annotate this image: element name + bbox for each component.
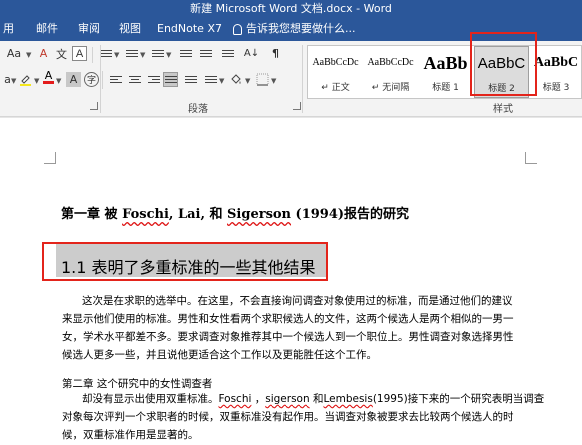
chevron-down-icon[interactable]: ▼	[11, 77, 16, 85]
paragraph-line: 却没有显示出使用双重标准。Foschi ，sigerson 和Lembesis(…	[82, 393, 545, 405]
font-color-bar	[43, 81, 54, 84]
show-marks-button[interactable]: ¶	[268, 46, 283, 61]
chevron-down-icon[interactable]: ▼	[26, 51, 31, 59]
highlighter-icon	[20, 75, 31, 86]
chinese-layout-button[interactable]	[220, 46, 235, 61]
justify-button[interactable]	[163, 72, 178, 87]
chevron-down-icon[interactable]: ▼	[245, 77, 250, 85]
ribbon: Aa ▼ A 文 A ▼ ▼ ▼ A↓ ¶ a ▼ ▼ A ▼ A 字 ▼ ▼ …	[0, 32, 582, 117]
highlight-box-section-heading	[42, 242, 328, 281]
style-heading-3[interactable]: AaBbC 标题 3	[530, 46, 582, 98]
increase-indent-icon	[199, 50, 212, 57]
subheading: 第二章 这个研究中的女性调查者	[62, 378, 213, 390]
highlight-box-heading-2-style	[470, 32, 537, 96]
sort-button[interactable]: A↓	[244, 46, 259, 61]
chinese-layout-icon	[221, 50, 234, 57]
style-name: ↵ 正文	[321, 83, 350, 93]
change-case-button[interactable]: Aa	[3, 46, 25, 61]
increase-indent-button[interactable]	[198, 46, 213, 61]
numbering-icon	[125, 50, 138, 57]
style-normal[interactable]: AaBbCcDc ↵ 正文	[308, 46, 363, 98]
style-name: 标题 1	[432, 83, 459, 93]
tab-mailings[interactable]: 邮件	[36, 17, 58, 41]
clear-formatting-button[interactable]: A	[36, 46, 51, 61]
margin-corner-mark	[525, 152, 537, 164]
style-heading-1[interactable]: AaBb 标题 1	[418, 46, 473, 98]
paragraph-line: 这次是在求职的选举中。在这里，不会直接询问调查对象使用过的标准，而是通过他们的建…	[82, 295, 513, 307]
paragraph-line: 候选人更多一些，并且说他更适合这个工作以及更能胜任这个工作。	[62, 349, 377, 361]
chevron-down-icon[interactable]: ▼	[166, 51, 171, 59]
paragraph-dialog-launcher-icon[interactable]	[293, 102, 301, 110]
paragraph-line: 来显示他们使用的标准。男性和女性看两个求职候选人的文件，这两个候选人是两个相似的…	[62, 313, 514, 325]
align-right-button[interactable]	[146, 72, 161, 87]
document-page[interactable]: 第一章 被 Foschi, Lai, 和 Sigerson (1994)报告的研…	[0, 118, 582, 445]
highlight-color-button[interactable]	[18, 72, 33, 87]
paragraph-line: 女，学术水平都差不多。要求调查对象推荐其中一个候选人到一个职位上。男性调查对象选…	[62, 331, 514, 343]
bullets-icon	[99, 50, 112, 57]
numbering-button[interactable]	[124, 46, 139, 61]
enclose-characters-button[interactable]: 字	[84, 72, 99, 87]
distributed-button[interactable]	[183, 72, 198, 87]
window-title: 新建 Microsoft Word 文档.docx - Word	[190, 2, 392, 15]
tab-endnote[interactable]: EndNote X7	[157, 17, 222, 41]
font-dialog-launcher-icon[interactable]	[90, 102, 98, 110]
styles-group-label: 样式	[493, 104, 513, 115]
tab-view[interactable]: 视图	[119, 17, 141, 41]
style-name: 标题 3	[542, 83, 570, 93]
decrease-indent-button[interactable]	[178, 46, 193, 61]
chapter-heading: 第一章 被 Foschi, Lai, 和 Sigerson (1994)报告的研…	[61, 207, 410, 222]
justify-icon	[164, 76, 177, 83]
margin-corner-mark	[44, 152, 56, 164]
style-sample: AaBb	[423, 53, 468, 73]
document-area: 第一章 被 Foschi, Lai, 和 Sigerson (1994)报告的研…	[0, 118, 582, 445]
window-title-bar: 新建 Microsoft Word 文档.docx - Word	[0, 0, 582, 17]
character-shading-button[interactable]: A	[66, 72, 81, 87]
lightbulb-icon	[233, 23, 242, 35]
paragraph-2: 却没有显示出使用双重标准。Foschi ，sigerson 和Lembesis(…	[62, 390, 545, 444]
font-color-button[interactable]: A	[41, 70, 56, 85]
line-spacing-button[interactable]	[203, 72, 218, 87]
chevron-down-icon[interactable]: ▼	[219, 77, 224, 85]
align-center-button[interactable]	[127, 72, 142, 87]
paint-bucket-icon	[231, 74, 241, 84]
style-name: ↵ 无间隔	[371, 83, 410, 93]
style-sample: AaBbCcDc	[312, 57, 359, 68]
line-spacing-icon	[204, 76, 217, 83]
paragraph-1: 这次是在求职的选举中。在这里，不会直接询问调查对象使用过的标准，而是通过他们的建…	[62, 292, 532, 364]
paragraph-line: 候，双重标准作用是显著的。	[62, 429, 199, 441]
chevron-down-icon[interactable]: ▼	[271, 77, 276, 85]
align-left-icon	[109, 76, 122, 83]
tell-me-text: 告诉我您想要做什么...	[246, 22, 356, 35]
align-right-icon	[147, 76, 160, 83]
chevron-down-icon[interactable]: ▼	[140, 51, 145, 59]
decrease-indent-icon	[179, 50, 192, 57]
align-center-icon	[128, 76, 141, 83]
align-left-button[interactable]	[108, 72, 123, 87]
tell-me-box[interactable]: 告诉我您想要做什么...	[233, 17, 356, 41]
paragraph-group-label: 段落	[188, 104, 208, 115]
styles-gallery: AaBbCcDc ↵ 正文 AaBbCcDc ↵ 无间隔 AaBb 标题 1 A…	[307, 45, 582, 99]
distributed-icon	[184, 76, 197, 83]
style-sample: AaBbC	[533, 55, 579, 70]
chevron-down-icon[interactable]: ▼	[34, 77, 39, 85]
chevron-down-icon[interactable]: ▼	[56, 77, 61, 85]
phonetic-guide-button[interactable]: 文	[54, 46, 69, 61]
multilevel-list-button[interactable]	[150, 46, 165, 61]
shading-button[interactable]	[229, 72, 244, 87]
character-border-button[interactable]: A	[72, 46, 87, 61]
tab-references[interactable]: 用	[3, 17, 14, 41]
multilevel-list-icon	[151, 50, 164, 57]
ribbon-separator	[100, 45, 101, 113]
ribbon-separator	[92, 47, 93, 63]
style-no-spacing[interactable]: AaBbCcDc ↵ 无间隔	[363, 46, 418, 98]
paragraph-line: 对象每次评判一个求职者的时候，双重标准没有起作用。当调查对象被要求去比较两个候选…	[62, 411, 514, 423]
chevron-down-icon[interactable]: ▼	[114, 51, 119, 59]
ribbon-separator	[102, 71, 103, 89]
style-sample: AaBbCcDc	[367, 57, 414, 68]
ribbon-separator	[302, 45, 303, 113]
border-grid-icon	[256, 73, 269, 86]
tab-review[interactable]: 审阅	[78, 17, 100, 41]
borders-button[interactable]	[255, 72, 270, 87]
